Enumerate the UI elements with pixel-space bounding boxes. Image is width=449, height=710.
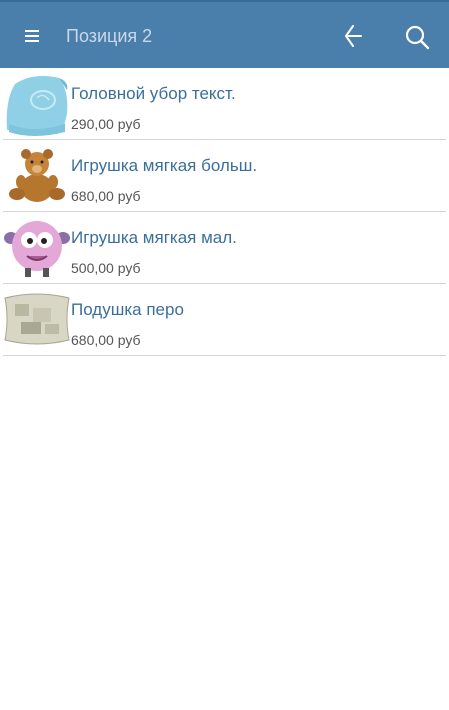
- product-price: 680,00 руб: [71, 332, 141, 348]
- product-image-pink-sheep: [3, 214, 71, 280]
- product-image-teddy-bear: [3, 142, 71, 208]
- product-price: 500,00 руб: [71, 260, 141, 276]
- product-price: 680,00 руб: [71, 188, 141, 204]
- page-title: Позиция 2: [66, 26, 153, 46]
- product-name: Подушка перо: [71, 300, 184, 319]
- list-item[interactable]: Игрушка мягкая мал. 500,00 руб: [3, 212, 446, 284]
- list-item[interactable]: Игрушка мягкая больш. 680,00 руб: [3, 140, 446, 212]
- back-arrow-icon[interactable]: [339, 22, 367, 50]
- product-price: 290,00 руб: [71, 116, 141, 132]
- list-item[interactable]: Подушка перо 680,00 руб: [3, 284, 446, 356]
- product-image-pillow: [3, 286, 71, 352]
- hamburger-menu-icon[interactable]: [20, 22, 46, 48]
- product-name: Головной убор текст.: [71, 84, 236, 103]
- product-name: Игрушка мягкая мал.: [71, 228, 237, 247]
- search-icon[interactable]: [402, 22, 432, 52]
- product-name: Игрушка мягкая больш.: [71, 156, 258, 175]
- product-list: Головной убор текст. 290,00 руб Игрушка …: [0, 68, 449, 356]
- product-image-hat: [3, 70, 71, 136]
- list-item[interactable]: Головной убор текст. 290,00 руб: [3, 68, 446, 140]
- app-bar: Позиция 2: [0, 0, 449, 68]
